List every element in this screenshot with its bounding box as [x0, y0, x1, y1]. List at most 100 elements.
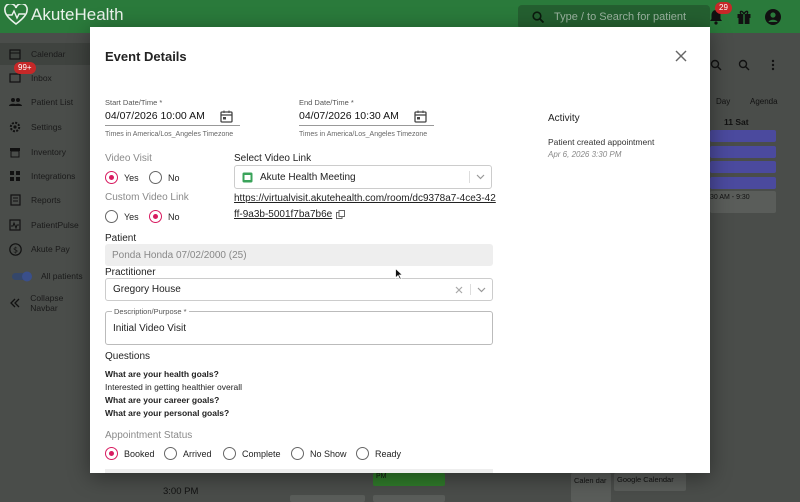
custom-video-no-radio[interactable]: No — [149, 210, 180, 223]
calendar-event[interactable] — [710, 161, 776, 173]
video-url-link[interactable]: https://virtualvisit.akutehealth.com/roo… — [234, 191, 496, 223]
sidebar-item-reports[interactable]: Reports — [0, 189, 90, 211]
sidebar-item-label: Calendar — [31, 49, 66, 59]
calendar-panel: Day Agenda 11 Sat 30 AM - 9:30 — [710, 33, 800, 502]
calendar-event[interactable]: 30 AM - 9:30 — [710, 191, 776, 213]
sidebar-item-inventory[interactable]: Inventory — [0, 141, 90, 163]
practitioner-value: Gregory House — [113, 284, 181, 295]
sidebar-item-patientpulse[interactable]: PatientPulse — [0, 214, 90, 236]
video-url-text: https://virtualvisit.akutehealth.com/roo… — [234, 193, 496, 220]
collapse-navbar-button[interactable]: Collapse Navbar — [0, 292, 90, 314]
sidebar-item-settings[interactable]: Settings — [0, 116, 90, 138]
radio-label: Arrived — [183, 448, 212, 459]
close-icon[interactable] — [674, 49, 688, 63]
calendar-icon — [8, 47, 22, 61]
answer-text: Interested in getting healthier overall — [105, 382, 243, 392]
video-link-value: Akute Health Meeting — [260, 171, 356, 183]
search-icon[interactable] — [738, 59, 750, 71]
people-icon — [8, 95, 22, 109]
sidebar-item-label: PatientPulse — [31, 220, 79, 230]
gear-icon — [8, 120, 22, 134]
custom-video-link-label: Custom Video Link — [105, 192, 189, 203]
status-no-show-radio[interactable]: No Show — [291, 447, 347, 460]
status-complete-radio[interactable]: Complete — [223, 447, 281, 460]
day-header: 11 Sat — [724, 117, 749, 127]
calendar-event[interactable]: Calen dar — [571, 473, 611, 502]
video-link-select[interactable]: Akute Health Meeting — [234, 165, 492, 189]
radio-label: Yes — [124, 211, 139, 222]
calendar-event[interactable] — [290, 495, 365, 502]
description-label: Description/Purpose * — [112, 307, 189, 316]
calendar-picker-icon[interactable] — [414, 110, 427, 123]
event-label: Calen dar — [574, 476, 607, 485]
radio-label: No — [168, 211, 180, 222]
status-booked-radio[interactable]: Booked — [105, 447, 155, 460]
radio-label: Yes — [124, 172, 139, 183]
question-text: What are your health goals? — [105, 369, 219, 379]
sidebar-item-patient-list[interactable]: Patient List — [0, 91, 90, 113]
sidebar-item-calendar[interactable]: Calendar — [0, 43, 90, 65]
status-arrived-radio[interactable]: Arrived — [164, 447, 212, 460]
svg-text:$: $ — [12, 245, 17, 254]
view-day-tab[interactable]: Day — [716, 97, 730, 106]
event-time: 30 AM - 9:30 — [710, 194, 750, 201]
chevrons-left-icon — [8, 296, 21, 310]
custom-video-yes-radio[interactable]: Yes — [105, 210, 139, 223]
radio-selected-icon — [105, 171, 118, 184]
sidebar-item-inbox[interactable]: 99+ Inbox — [0, 62, 90, 89]
next-field-edge — [105, 469, 493, 473]
radio-unselected-icon — [356, 447, 369, 460]
video-visit-no-radio[interactable]: No — [149, 171, 180, 184]
radio-label: Complete — [242, 448, 281, 459]
account-button[interactable] — [764, 8, 782, 26]
view-agenda-tab[interactable]: Agenda — [750, 97, 778, 106]
end-timezone-note: Times in America/Los_Angeles Timezone — [299, 131, 428, 138]
all-patients-toggle[interactable]: All patients — [0, 265, 90, 287]
sidebar-item-akute-pay[interactable]: $ Akute Pay — [0, 238, 90, 260]
sidebar-item-label: Inbox — [31, 73, 52, 83]
clear-icon[interactable] — [455, 286, 463, 294]
integrations-icon — [8, 169, 22, 183]
calendar-event[interactable]: Google Calendar — [614, 473, 686, 491]
question-text: What are your personal goals? — [105, 408, 230, 418]
gift-button[interactable] — [735, 8, 753, 26]
patient-search-input[interactable]: Type / to Search for patient — [518, 5, 710, 29]
radio-label: Booked — [124, 448, 155, 459]
calendar-event[interactable] — [373, 495, 445, 502]
chevron-down-icon — [476, 174, 485, 180]
calendar-event[interactable] — [710, 177, 776, 189]
sidebar-item-label: All patients — [41, 271, 83, 281]
practitioner-select[interactable]: Gregory House — [105, 278, 493, 301]
radio-label: No — [168, 172, 180, 183]
questions-label: Questions — [105, 351, 151, 362]
calendar-event[interactable] — [710, 130, 776, 142]
calendar-picker-icon[interactable] — [220, 110, 233, 123]
gift-icon — [737, 10, 751, 24]
sidebar-item-label: Reports — [31, 195, 61, 205]
video-visit-yes-radio[interactable]: Yes — [105, 171, 139, 184]
calendar-event[interactable] — [710, 146, 776, 158]
radio-selected-icon — [149, 210, 162, 223]
radio-unselected-icon — [291, 447, 304, 460]
status-ready-radio[interactable]: Ready — [356, 447, 401, 460]
copy-icon[interactable] — [336, 209, 346, 219]
radio-selected-icon — [105, 447, 118, 460]
pulse-icon — [8, 218, 22, 232]
radio-label: No Show — [310, 448, 347, 459]
notifications-button[interactable]: 29 — [707, 2, 732, 26]
event-label: Google Calendar — [617, 475, 674, 484]
brand-logo[interactable]: AkuteHealth — [4, 4, 124, 26]
sidebar-item-integrations[interactable]: Integrations — [0, 165, 90, 187]
activity-title: Activity — [548, 113, 580, 124]
time-label: 3:00 PM — [163, 486, 199, 497]
sidebar-item-label: Integrations — [31, 171, 76, 181]
patient-field: Ponda Honda 07/02/2000 (25) — [105, 244, 493, 266]
event-label: PM — [376, 473, 387, 480]
inventory-icon — [8, 145, 22, 159]
calendar-event[interactable]: PM — [373, 473, 445, 486]
radio-label: Ready — [375, 448, 402, 459]
more-vert-icon[interactable] — [770, 59, 776, 71]
dollar-icon: $ — [8, 242, 22, 256]
zoom-icon[interactable] — [710, 59, 722, 71]
patient-value: Ponda Honda 07/02/2000 (25) — [112, 249, 247, 261]
